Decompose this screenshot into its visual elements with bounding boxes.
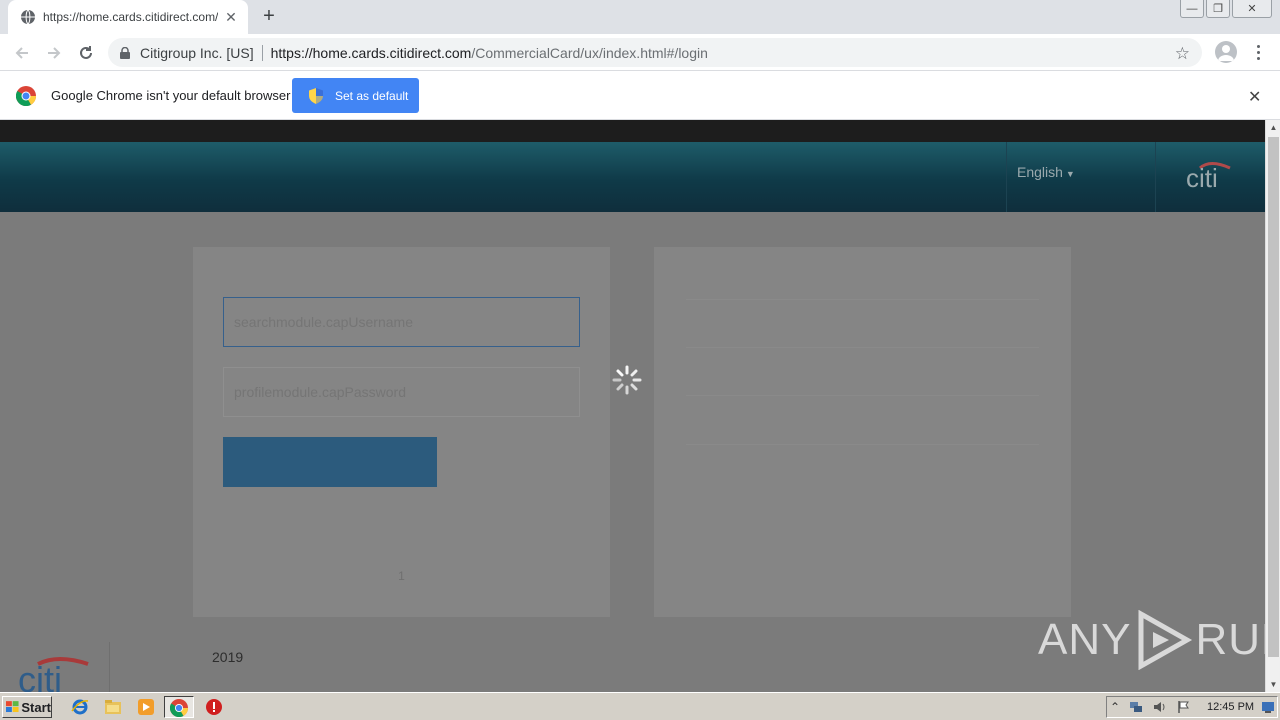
default-browser-infobar: Google Chrome isn't your default browser… xyxy=(0,71,1280,120)
url-path: /CommercialCard/ux/index.html#/login xyxy=(471,44,708,61)
maximize-button[interactable]: ❐ xyxy=(1206,0,1230,18)
vertical-scrollbar[interactable]: ▲ ▼ xyxy=(1265,120,1280,692)
infobar-close-icon[interactable]: ✕ xyxy=(1248,87,1261,107)
footer-divider xyxy=(109,642,110,692)
reload-icon[interactable] xyxy=(75,42,97,64)
stop-icon[interactable] xyxy=(205,698,223,716)
username-input[interactable] xyxy=(223,297,580,347)
address-bar[interactable]: Citigroup Inc. [US] https://home.cards.c… xyxy=(108,38,1202,67)
infobar-message: Google Chrome isn't your default browser xyxy=(51,88,291,103)
site-identity: Citigroup Inc. [US] xyxy=(140,44,254,61)
browser-toolbar: Citigroup Inc. [US] https://home.cards.c… xyxy=(0,34,1280,71)
info-divider xyxy=(686,395,1039,396)
scroll-down-arrow-icon[interactable]: ▼ xyxy=(1266,677,1280,692)
omnibox-separator xyxy=(261,44,263,61)
globe-icon xyxy=(21,9,35,25)
profile-avatar-icon[interactable] xyxy=(1215,41,1237,63)
window-close-button[interactable]: ✕ xyxy=(1232,0,1272,18)
play-triangle-icon xyxy=(1138,610,1193,670)
action-center-flag-icon[interactable] xyxy=(1177,700,1191,714)
lock-icon xyxy=(120,46,130,59)
watermark-left-text: ANY xyxy=(1038,615,1132,664)
tab-strip: https://home.cards.citidirect.com/Co ✕ +… xyxy=(0,0,1280,34)
system-tray: ⌃ 12:45 PM xyxy=(1106,696,1278,718)
info-divider xyxy=(686,347,1039,348)
minimize-button[interactable]: — xyxy=(1180,0,1204,18)
info-card xyxy=(654,247,1071,617)
chrome-taskbar-icon xyxy=(169,699,189,718)
browser-menu-icon[interactable] xyxy=(1252,41,1264,63)
watermark-right-text: RUN xyxy=(1195,615,1265,664)
set-as-default-button[interactable]: Set as default xyxy=(292,78,419,113)
windows-taskbar: Start ⌃ 12:45 PM xyxy=(0,692,1280,720)
internet-explorer-icon[interactable] xyxy=(71,698,89,716)
login-card: 1 xyxy=(193,247,610,617)
footer-citi-logo: citi xyxy=(18,657,89,692)
start-button[interactable]: Start xyxy=(2,696,52,718)
scroll-up-arrow-icon[interactable]: ▲ xyxy=(1266,120,1280,135)
footer-year: 2019 xyxy=(212,649,244,665)
media-player-icon[interactable] xyxy=(137,698,155,716)
window-controls: — ❐ ✕ xyxy=(1180,0,1272,18)
url-host: https://home.cards.citidirect.com xyxy=(270,44,472,61)
language-label: English xyxy=(1017,164,1063,180)
tab-title: https://home.cards.citidirect.com/Co xyxy=(43,10,218,24)
chrome-logo-icon xyxy=(16,86,36,106)
tray-expand-icon[interactable]: ⌃ xyxy=(1110,700,1124,714)
volume-icon[interactable] xyxy=(1153,700,1167,714)
anyrun-watermark: ANY RUN xyxy=(1038,610,1265,670)
citi-logo: citi xyxy=(1186,162,1231,190)
tab-close-icon[interactable]: ✕ xyxy=(224,9,238,26)
footer-logo-text: citi xyxy=(18,659,62,692)
windows-logo-icon xyxy=(6,701,19,713)
caret-down-icon: ▼ xyxy=(1065,169,1075,179)
new-tab-button[interactable]: + xyxy=(258,6,280,28)
password-input[interactable] xyxy=(223,367,580,417)
citi-logo-text: citi xyxy=(1186,163,1218,190)
bookmark-star-icon[interactable]: ☆ xyxy=(1175,44,1190,64)
page-top-strip xyxy=(0,120,1265,142)
language-selector[interactable]: English ▼ xyxy=(1006,142,1156,212)
scroll-thumb[interactable] xyxy=(1268,137,1279,657)
forward-icon[interactable] xyxy=(43,42,65,64)
start-label: Start xyxy=(21,699,51,715)
pager-indicator: 1 xyxy=(398,569,405,583)
network-icon[interactable] xyxy=(1129,700,1143,714)
taskbar-clock[interactable]: 12:45 PM xyxy=(1207,701,1254,713)
login-button[interactable] xyxy=(223,437,437,487)
back-icon[interactable] xyxy=(11,42,33,64)
info-divider xyxy=(686,299,1039,300)
set-as-default-label: Set as default xyxy=(335,88,409,103)
chrome-taskbar-button[interactable] xyxy=(164,696,194,718)
uac-shield-icon xyxy=(309,87,323,104)
loading-spinner-icon xyxy=(612,365,642,395)
page-content: English▼ citi 1 citi 2019 A xyxy=(0,120,1265,692)
browser-tab[interactable]: https://home.cards.citidirect.com/Co ✕ xyxy=(8,0,248,34)
file-explorer-icon[interactable] xyxy=(104,698,122,716)
show-desktop-icon[interactable] xyxy=(1261,700,1275,714)
info-divider xyxy=(686,444,1039,445)
